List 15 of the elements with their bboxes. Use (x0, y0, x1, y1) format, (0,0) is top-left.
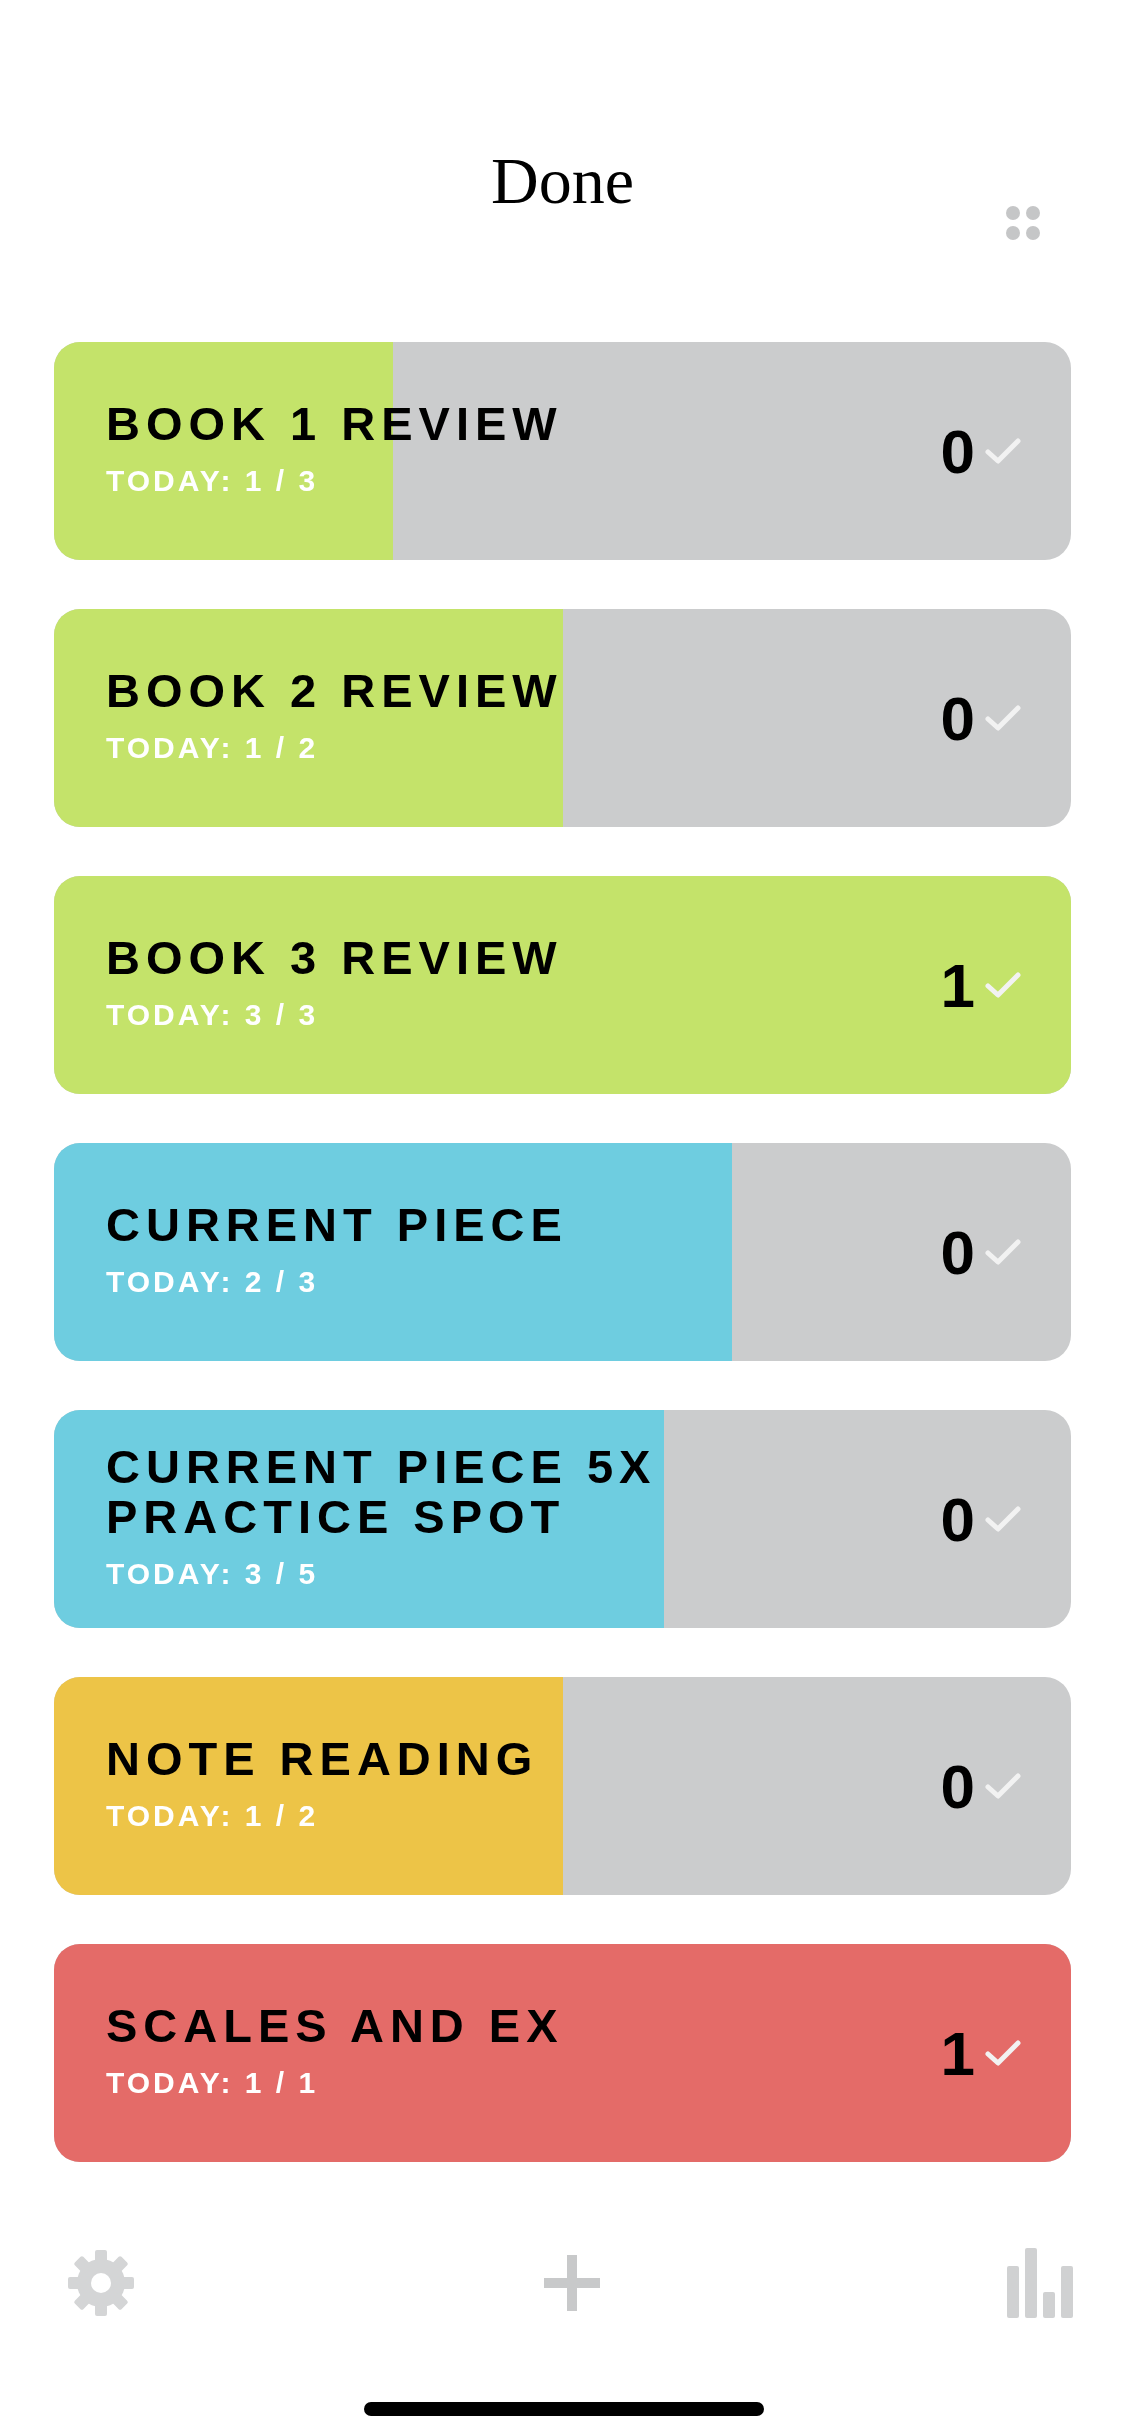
habit-title: CURRENT PIECE 5X PRACTICE SPOT (106, 1442, 658, 1541)
screen-title: Done (490, 148, 635, 214)
habit-title: BOOK 2 REVIEW (106, 665, 564, 716)
done-count: 0 (940, 1483, 975, 1556)
done-count: 0 (940, 1216, 975, 1289)
done-count: 0 (940, 415, 975, 488)
done-count: 0 (940, 682, 975, 755)
habit-title: NOTE READING (106, 1733, 540, 1784)
done-count: 1 (940, 949, 975, 1022)
habit-title: BOOK 1 REVIEW (106, 398, 564, 449)
habit-title: SCALES AND EX (106, 2000, 565, 2051)
habit-title: CURRENT PIECE (106, 1199, 569, 1250)
done-count: 1 (940, 2017, 975, 2090)
done-count: 0 (940, 1750, 975, 1823)
habit-title: BOOK 3 REVIEW (106, 932, 564, 983)
